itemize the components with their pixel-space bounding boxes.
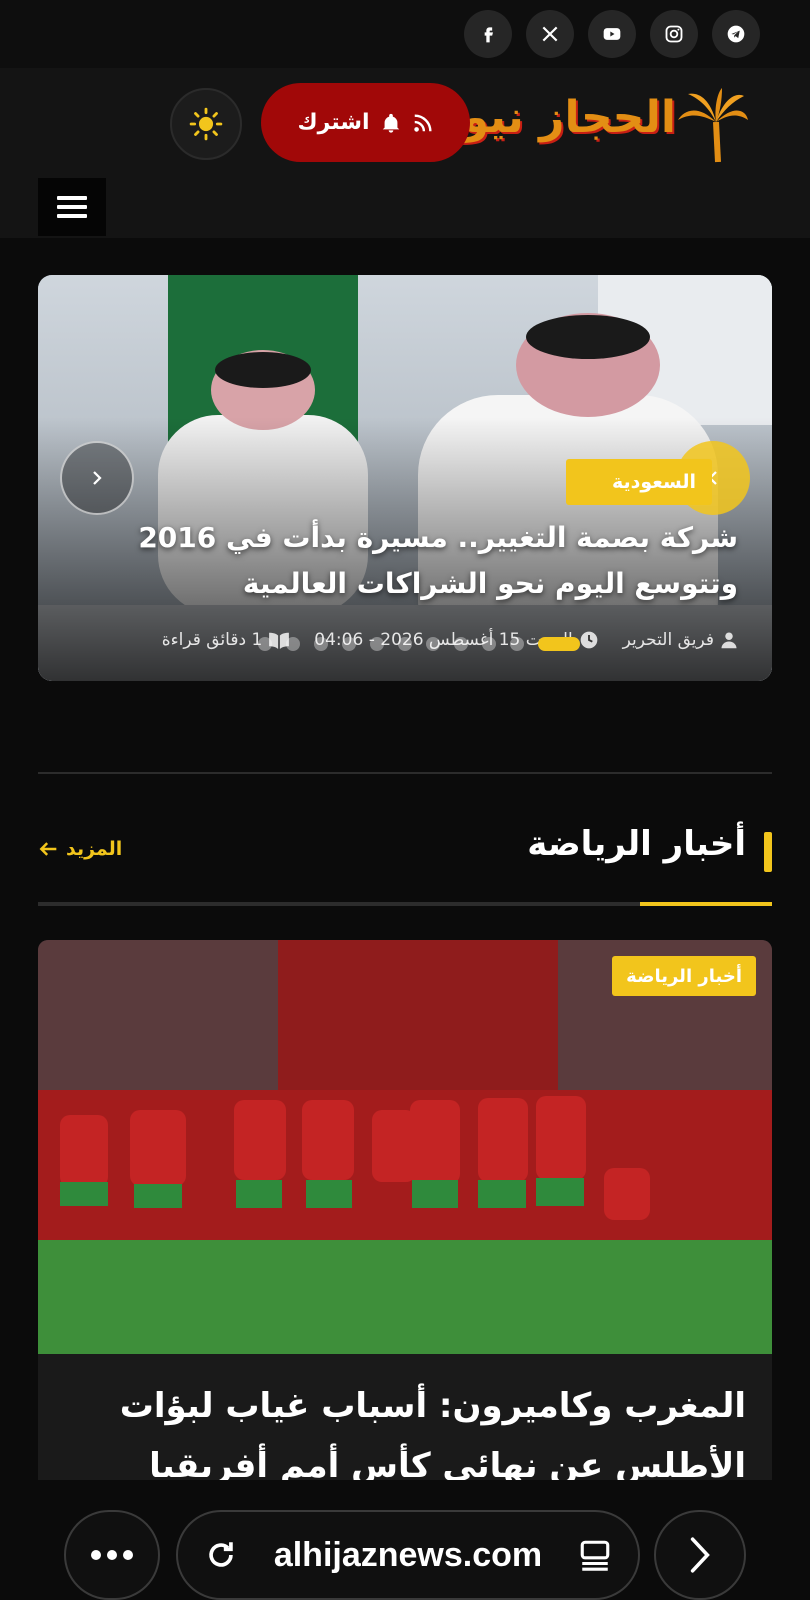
slider-dot[interactable] xyxy=(538,637,580,651)
slider-dot[interactable] xyxy=(482,637,496,651)
clock-icon xyxy=(580,631,598,649)
more-dots-icon xyxy=(91,1550,133,1560)
instagram-link[interactable] xyxy=(650,10,698,58)
section-accent-bar xyxy=(764,832,772,872)
slider-dot[interactable] xyxy=(258,637,272,651)
bell-icon xyxy=(382,113,399,133)
hamburger-menu-button[interactable] xyxy=(38,178,106,236)
section-divider xyxy=(38,772,772,774)
sports-section-header: أخبار الرياضة المزيد xyxy=(38,820,772,906)
facebook-link[interactable] xyxy=(464,10,512,58)
article-category-badge[interactable]: أخبار الرياضة xyxy=(612,956,756,996)
social-bar xyxy=(0,0,810,68)
theme-toggle-button[interactable] xyxy=(170,88,242,160)
section-underline-accent xyxy=(640,902,772,906)
x-twitter-link[interactable] xyxy=(526,10,574,58)
address-bar[interactable]: alhijaznews.com xyxy=(176,1510,640,1600)
arrow-left-icon xyxy=(39,842,57,856)
youtube-icon xyxy=(603,28,621,40)
more-link[interactable]: المزيد xyxy=(38,838,122,860)
logo-text: الحجاز نيوز xyxy=(436,92,677,143)
rss-icon xyxy=(413,113,432,132)
user-icon xyxy=(721,632,737,649)
browser-forward-button[interactable] xyxy=(654,1510,746,1600)
slider-prev-button[interactable] xyxy=(60,441,134,515)
featured-slider[interactable]: السعودية شركة بصمة التغيير.. مسيرة بدأت … xyxy=(38,275,772,681)
slider-dot[interactable] xyxy=(286,637,300,651)
youtube-link[interactable] xyxy=(588,10,636,58)
url-text: alhijaznews.com xyxy=(273,1535,543,1574)
slide-category-badge[interactable]: السعودية xyxy=(565,459,712,505)
x-twitter-icon xyxy=(542,26,558,42)
article-photo xyxy=(38,940,772,1354)
slide-author[interactable]: فريق التحرير xyxy=(623,630,738,650)
slider-dot[interactable] xyxy=(370,637,384,651)
instagram-icon xyxy=(665,25,683,43)
subscribe-button[interactable]: اشترك xyxy=(261,83,470,162)
hamburger-icon xyxy=(57,196,87,218)
facebook-icon xyxy=(484,27,493,43)
slider-dot[interactable] xyxy=(426,637,440,651)
section-title: أخبار الرياضة xyxy=(527,824,746,864)
slider-dot[interactable] xyxy=(510,637,524,651)
sun-icon xyxy=(189,107,223,141)
slide-title[interactable]: شركة بصمة التغيير.. مسيرة بدأت في 2016 و… xyxy=(118,515,738,607)
author-name: فريق التحرير xyxy=(622,630,714,650)
reader-mode-icon[interactable] xyxy=(578,1538,612,1572)
more-label: المزيد xyxy=(66,838,123,860)
read-time-text: 1 دقائق قراءة xyxy=(161,630,263,650)
chevron-right-icon xyxy=(690,1537,710,1573)
slider-dot[interactable] xyxy=(454,637,468,651)
site-logo[interactable]: الحجاز نيوز xyxy=(436,84,748,164)
subscribe-label: اشترك xyxy=(297,110,370,135)
slider-dot[interactable] xyxy=(342,637,356,651)
slider-dot[interactable] xyxy=(398,637,412,651)
slider-dot[interactable] xyxy=(314,637,328,651)
article-card[interactable]: أخبار الرياضة المغرب وكاميرون: أسباب غيا… xyxy=(38,940,772,1480)
slider-dots xyxy=(258,637,580,651)
telegram-link[interactable] xyxy=(712,10,760,58)
telegram-icon xyxy=(727,25,745,43)
browser-more-button[interactable] xyxy=(64,1510,160,1600)
article-title[interactable]: المغرب وكاميرون: أسباب غياب لبؤات الأطلس… xyxy=(106,1376,746,1480)
chevron-right-icon xyxy=(93,471,102,485)
reload-icon[interactable] xyxy=(204,1538,238,1572)
